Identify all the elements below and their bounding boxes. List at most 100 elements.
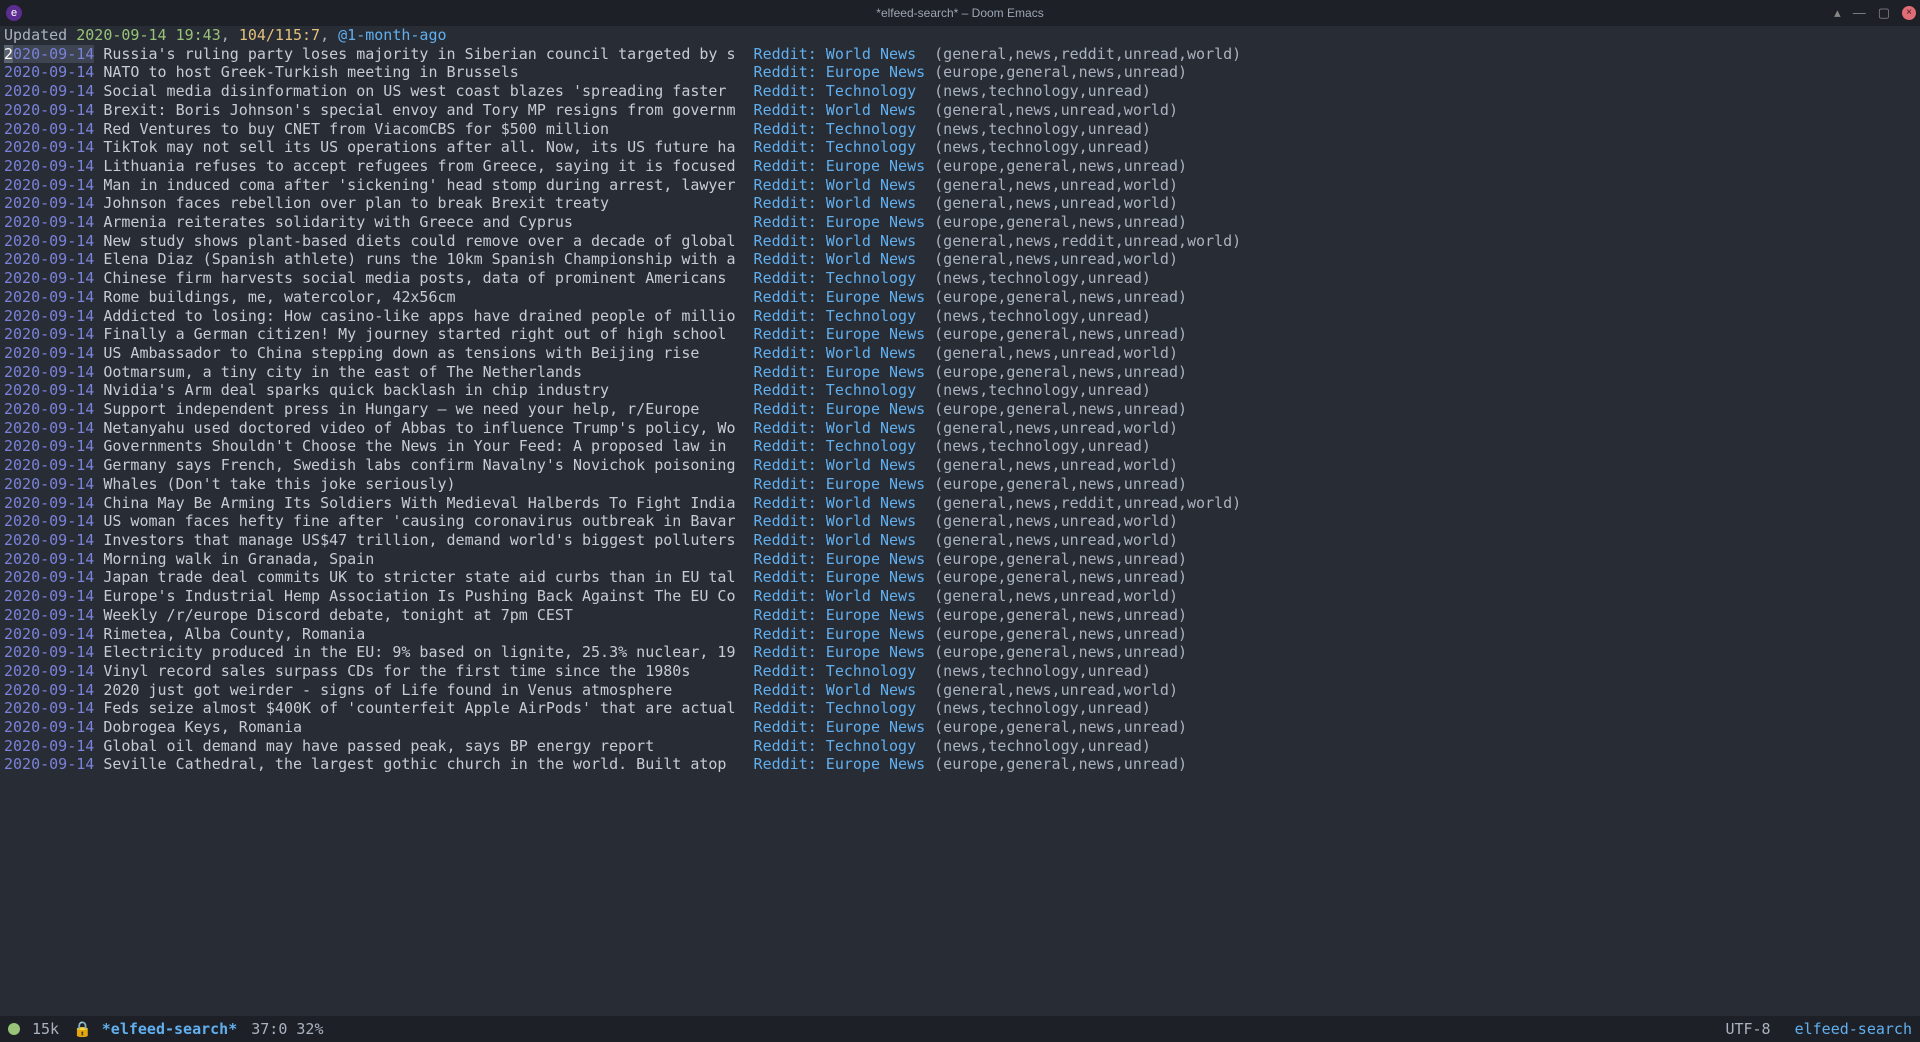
entry-feed: Reddit: World News	[754, 45, 926, 64]
entry-tags: (general,news,reddit,unread,world)	[934, 232, 1241, 251]
entry-tags: (europe,general,news,unread)	[934, 325, 1187, 344]
entry-title: Governments Shouldn't Choose the News in…	[103, 437, 744, 456]
feed-entry[interactable]: 2020-09-14 Ootmarsum, a tiny city in the…	[4, 363, 1916, 382]
feed-entry[interactable]: 2020-09-14 Brexit: Boris Johnson's speci…	[4, 101, 1916, 120]
entry-date: 2020-09-14	[4, 363, 94, 382]
entry-feed: Reddit: Europe News	[754, 625, 926, 644]
feed-entry[interactable]: 2020-09-14 Finally a German citizen! My …	[4, 325, 1916, 344]
feed-entry[interactable]: 2020-09-14 Russia's ruling party loses m…	[4, 45, 1916, 64]
feed-entry[interactable]: 2020-09-14 Europe's Industrial Hemp Asso…	[4, 587, 1916, 606]
feed-entry[interactable]: 2020-09-14 Support independent press in …	[4, 400, 1916, 419]
entry-date: 2020-09-14	[4, 456, 94, 475]
entry-feed: Reddit: World News	[754, 419, 926, 438]
feed-entry[interactable]: 2020-09-14 Rome buildings, me, watercolo…	[4, 288, 1916, 307]
feed-entry[interactable]: 2020-09-14 Germany says French, Swedish …	[4, 456, 1916, 475]
entry-title: Investors that manage US$47 trillion, de…	[103, 531, 744, 550]
entry-date: 2020-09-14	[4, 157, 94, 176]
lock-icon: 🔒	[73, 1020, 92, 1039]
entry-feed: Reddit: Technology	[754, 82, 926, 101]
entry-tags: (europe,general,news,unread)	[934, 718, 1187, 737]
feed-entry[interactable]: 2020-09-14 Chinese firm harvests social …	[4, 269, 1916, 288]
feed-entry[interactable]: 2020-09-14 Japan trade deal commits UK t…	[4, 568, 1916, 587]
entry-tags: (news,technology,unread)	[934, 699, 1151, 718]
feed-entry[interactable]: 2020-09-14 Red Ventures to buy CNET from…	[4, 120, 1916, 139]
feed-entry[interactable]: 2020-09-14 Vinyl record sales surpass CD…	[4, 662, 1916, 681]
elfeed-buffer[interactable]: Updated 2020-09-14 19:43, 104/115:7, @1-…	[0, 26, 1920, 774]
entry-date: 2020-09-14	[4, 325, 94, 344]
feed-entry[interactable]: 2020-09-14 Whales (Don't take this joke …	[4, 475, 1916, 494]
entry-date: 2020-09-14	[4, 101, 94, 120]
titlebar: e *elfeed-search* – Doom Emacs ▴ — ▢ ×	[0, 0, 1920, 26]
entry-tags: (europe,general,news,unread)	[934, 213, 1187, 232]
entry-tags: (europe,general,news,unread)	[934, 288, 1187, 307]
entry-title: Feds seize almost $400K of 'counterfeit …	[103, 699, 744, 718]
entry-tags: (general,news,unread,world)	[934, 419, 1178, 438]
feed-entry[interactable]: 2020-09-14 Social media disinformation o…	[4, 82, 1916, 101]
entry-tags: (news,technology,unread)	[934, 82, 1151, 101]
entry-date: 2020-09-14	[4, 437, 94, 456]
entry-title: Russia's ruling party loses majority in …	[103, 45, 744, 64]
entry-tags: (europe,general,news,unread)	[934, 625, 1187, 644]
feed-entry[interactable]: 2020-09-14 Johnson faces rebellion over …	[4, 194, 1916, 213]
feed-entry[interactable]: 2020-09-14 Lithuania refuses to accept r…	[4, 157, 1916, 176]
feed-entry[interactable]: 2020-09-14 TikTok may not sell its US op…	[4, 138, 1916, 157]
entry-date: 2020-09-14	[4, 232, 94, 251]
entry-title: 2020 just got weirder - signs of Life fo…	[103, 681, 744, 700]
feed-entry[interactable]: 2020-09-14 Elena Diaz (Spanish athlete) …	[4, 250, 1916, 269]
header-line: Updated 2020-09-14 19:43, 104/115:7, @1-…	[4, 26, 1916, 45]
close-icon[interactable]: ×	[1902, 6, 1916, 20]
entry-feed: Reddit: Europe News	[754, 550, 926, 569]
feed-entry[interactable]: 2020-09-14 Feds seize almost $400K of 'c…	[4, 699, 1916, 718]
entry-feed: Reddit: Europe News	[754, 718, 926, 737]
maximize-icon[interactable]: ▢	[1878, 4, 1890, 23]
entry-date: 2020-09-14	[4, 344, 94, 363]
entry-date: 2020-09-14	[4, 307, 94, 326]
entry-feed: Reddit: Europe News	[754, 643, 926, 662]
up-icon[interactable]: ▴	[1834, 4, 1841, 23]
feed-entry[interactable]: 2020-09-14 Morning walk in Granada, Spai…	[4, 550, 1916, 569]
buffer-size: 15k	[32, 1020, 59, 1039]
updated-time: 2020-09-14 19:43	[76, 26, 221, 44]
entry-date: 2020-09-14	[4, 737, 94, 756]
entry-date: 2020-09-14	[4, 82, 94, 101]
feed-entry[interactable]: 2020-09-14 China May Be Arming Its Soldi…	[4, 494, 1916, 513]
entry-title: Armenia reiterates solidarity with Greec…	[103, 213, 744, 232]
updated-label: Updated	[4, 26, 76, 44]
feed-entry[interactable]: 2020-09-14 Dobrogea Keys, Romania Reddit…	[4, 718, 1916, 737]
entry-title: China May Be Arming Its Soldiers With Me…	[103, 494, 744, 513]
feed-entry[interactable]: 2020-09-14 US woman faces hefty fine aft…	[4, 512, 1916, 531]
entry-title: Whales (Don't take this joke seriously)	[103, 475, 744, 494]
entry-title: NATO to host Greek-Turkish meeting in Br…	[103, 63, 744, 82]
feed-entry[interactable]: 2020-09-14 US Ambassador to China steppi…	[4, 344, 1916, 363]
feed-entry[interactable]: 2020-09-14 Netanyahu used doctored video…	[4, 419, 1916, 438]
feed-entry[interactable]: 2020-09-14 Governments Shouldn't Choose …	[4, 437, 1916, 456]
entry-date: 2020-09-14	[4, 194, 94, 213]
minimize-icon[interactable]: —	[1853, 4, 1866, 23]
entry-tags: (news,technology,unread)	[934, 269, 1151, 288]
entry-title: Elena Diaz (Spanish athlete) runs the 10…	[103, 250, 744, 269]
feed-entry[interactable]: 2020-09-14 Global oil demand may have pa…	[4, 737, 1916, 756]
feed-entry[interactable]: 2020-09-14 2020 just got weirder - signs…	[4, 681, 1916, 700]
feed-entry[interactable]: 2020-09-14 Electricity produced in the E…	[4, 643, 1916, 662]
feed-entry[interactable]: 2020-09-14 Rimetea, Alba County, Romania…	[4, 625, 1916, 644]
entry-feed: Reddit: World News	[754, 494, 926, 513]
feed-entry[interactable]: 2020-09-14 Armenia reiterates solidarity…	[4, 213, 1916, 232]
feed-entry[interactable]: 2020-09-14 Investors that manage US$47 t…	[4, 531, 1916, 550]
entry-title: Ootmarsum, a tiny city in the east of Th…	[103, 363, 744, 382]
feed-entry[interactable]: 2020-09-14 Addicted to losing: How casin…	[4, 307, 1916, 326]
status-dot-icon	[8, 1023, 20, 1035]
modeline: 15k 🔒 *elfeed-search* 37:0 32% UTF-8 elf…	[0, 1016, 1920, 1042]
entry-feed: Reddit: World News	[754, 456, 926, 475]
feed-entry[interactable]: 2020-09-14 Seville Cathedral, the larges…	[4, 755, 1916, 774]
entry-date: 2020-09-14	[4, 176, 94, 195]
entry-tags: (europe,general,news,unread)	[934, 643, 1187, 662]
entry-tags: (europe,general,news,unread)	[934, 550, 1187, 569]
feed-entry[interactable]: 2020-09-14 New study shows plant-based d…	[4, 232, 1916, 251]
feed-entry[interactable]: 2020-09-14 Man in induced coma after 'si…	[4, 176, 1916, 195]
feed-entry[interactable]: 2020-09-14 NATO to host Greek-Turkish me…	[4, 63, 1916, 82]
entry-tags: (europe,general,news,unread)	[934, 63, 1187, 82]
feed-entry[interactable]: 2020-09-14 Nvidia's Arm deal sparks quic…	[4, 381, 1916, 400]
entry-date: 2020-09-14	[4, 288, 94, 307]
entry-title: Lithuania refuses to accept refugees fro…	[103, 157, 744, 176]
feed-entry[interactable]: 2020-09-14 Weekly /r/europe Discord deba…	[4, 606, 1916, 625]
